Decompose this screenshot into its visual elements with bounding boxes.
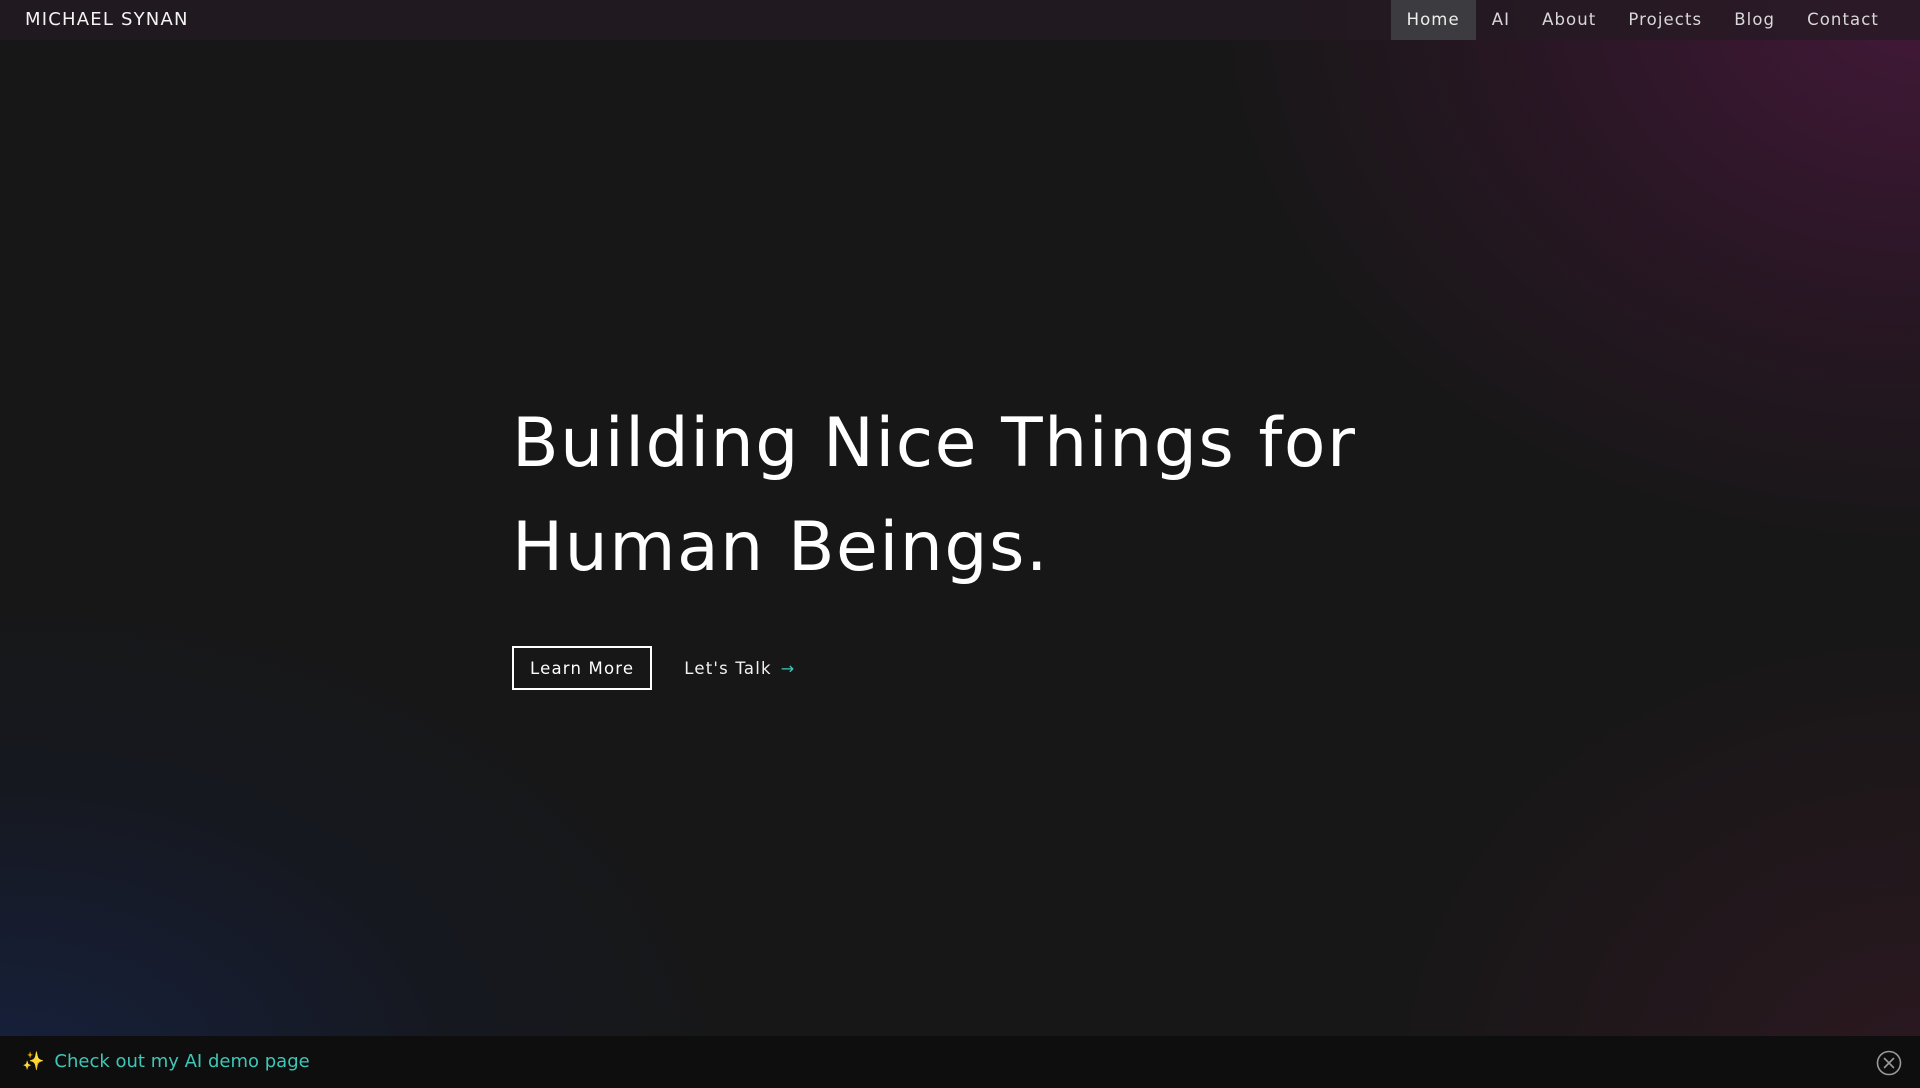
hero-headline: Building Nice Things for Human Beings. bbox=[512, 392, 1512, 600]
hero-section: Building Nice Things for Human Beings. L… bbox=[512, 392, 1512, 690]
ai-demo-link[interactable]: ✨ Check out my AI demo page bbox=[22, 1036, 310, 1088]
top-nav-bar: MICHAEL SYNAN Home AI About Projects Blo… bbox=[0, 0, 1920, 40]
nav-item-about[interactable]: About bbox=[1526, 0, 1612, 40]
hero-headline-line-2: Human Beings. bbox=[512, 508, 1050, 587]
lets-talk-label: Let's Talk bbox=[684, 658, 772, 678]
ai-demo-link-label: Check out my AI demo page bbox=[54, 1051, 310, 1072]
nav-item-projects[interactable]: Projects bbox=[1612, 0, 1718, 40]
site-brand[interactable]: MICHAEL SYNAN bbox=[25, 0, 189, 40]
sparkles-icon: ✨ bbox=[22, 1051, 45, 1072]
hero-actions: Learn More Let's Talk → bbox=[512, 646, 1512, 690]
lets-talk-link[interactable]: Let's Talk → bbox=[684, 659, 795, 678]
hero-headline-line-1: Building Nice Things for bbox=[512, 404, 1357, 483]
nav-item-contact[interactable]: Contact bbox=[1791, 0, 1895, 40]
close-banner-button[interactable] bbox=[1876, 1050, 1902, 1076]
learn-more-button[interactable]: Learn More bbox=[512, 646, 653, 690]
nav-item-ai[interactable]: AI bbox=[1476, 0, 1526, 40]
page: MICHAEL SYNAN Home AI About Projects Blo… bbox=[0, 0, 1920, 1088]
nav-item-blog[interactable]: Blog bbox=[1718, 0, 1791, 40]
ai-demo-banner: ✨ Check out my AI demo page bbox=[0, 1036, 1920, 1088]
arrow-right-icon: → bbox=[780, 658, 796, 678]
main-nav: Home AI About Projects Blog Contact bbox=[1390, 0, 1895, 40]
close-circle-icon bbox=[1876, 1050, 1902, 1076]
nav-item-home[interactable]: Home bbox=[1390, 0, 1476, 40]
